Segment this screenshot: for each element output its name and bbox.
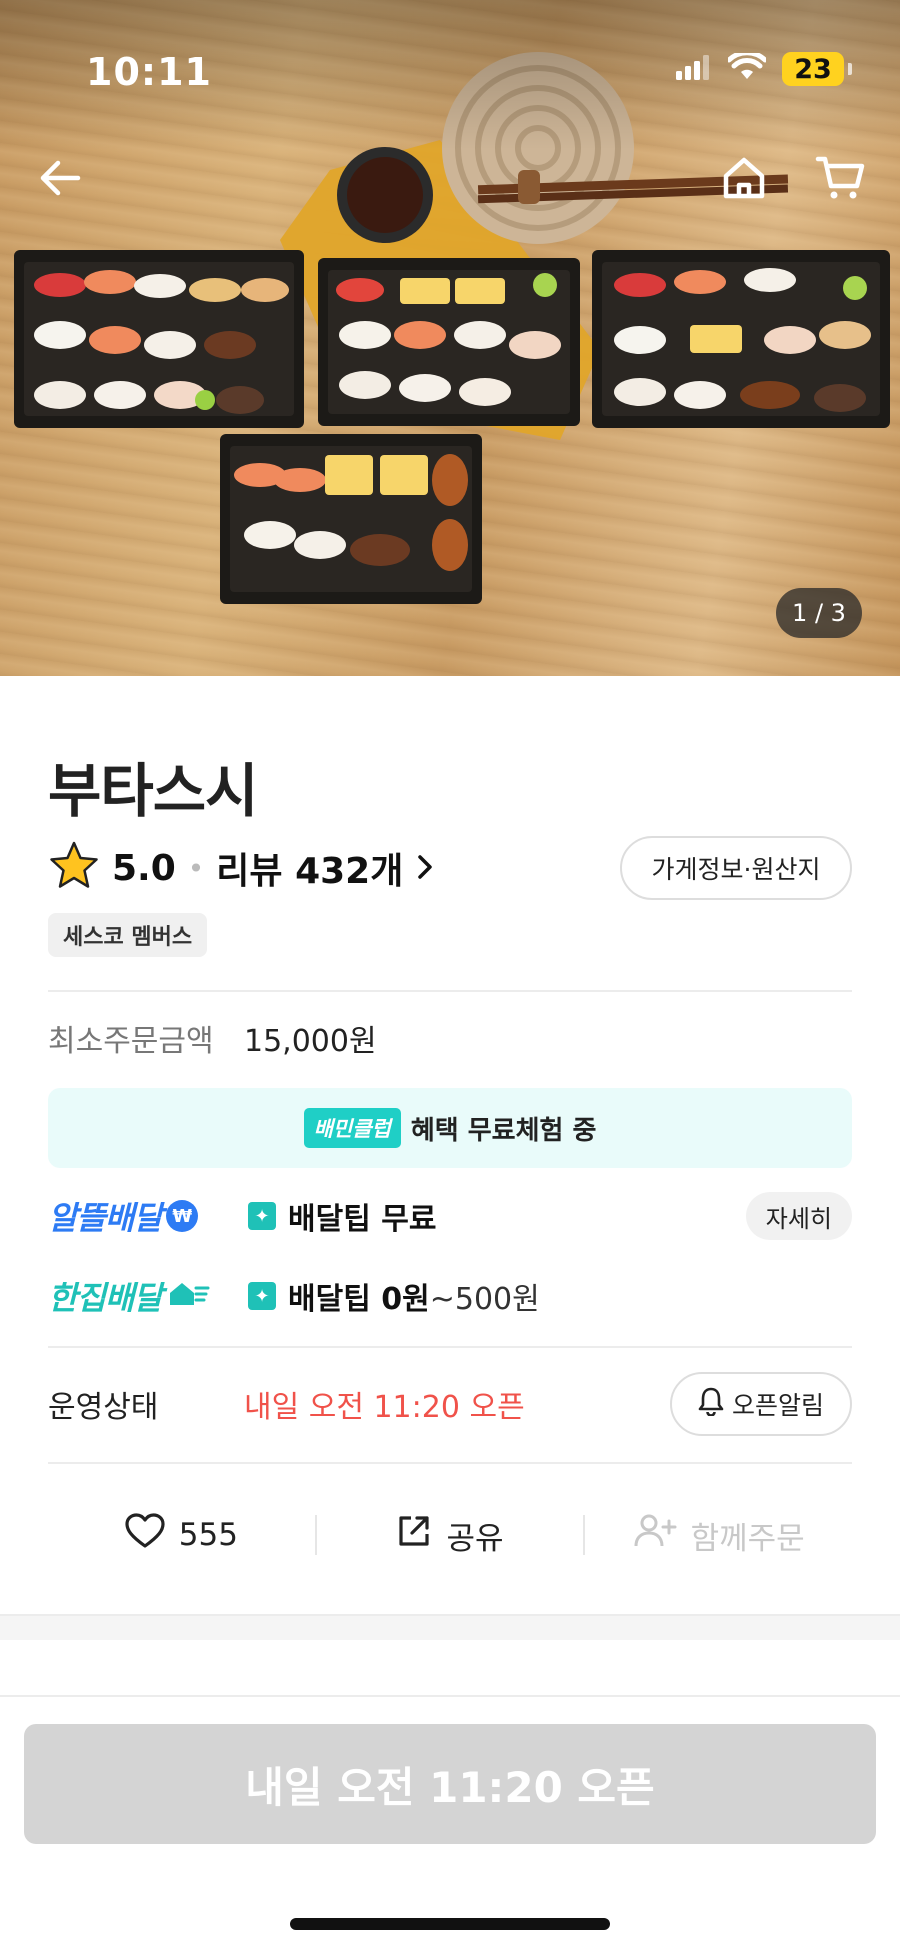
share-button[interactable]: 공유 bbox=[317, 1513, 584, 1558]
economy-delivery-tip: 배달팁 무료 bbox=[288, 1202, 437, 1237]
home-indicator bbox=[290, 1918, 610, 1930]
won-coin-icon: ₩ bbox=[165, 1200, 198, 1232]
divider bbox=[48, 1346, 852, 1348]
club-sparkle-icon: ✦ bbox=[248, 1202, 276, 1230]
club-sparkle-icon: ✦ bbox=[248, 1282, 276, 1310]
open-alarm-label: 오픈알림 bbox=[731, 1391, 824, 1420]
baemin-club-banner[interactable]: 배민클럽 혜택 무료체험 중 bbox=[48, 1088, 852, 1168]
divider bbox=[48, 1462, 852, 1464]
home-icon bbox=[721, 155, 767, 205]
cart-button[interactable] bbox=[810, 150, 870, 210]
single-delivery-row: 한집배달 ✦ 배달팁 0원 ~500원 bbox=[48, 1268, 852, 1324]
group-order-button[interactable]: 함께주문 bbox=[585, 1513, 852, 1558]
operation-status-row: 운영상태 내일 오전 11:20 오픈 오픈알림 bbox=[48, 1372, 852, 1436]
single-delivery-logo: 한집배달 bbox=[48, 1273, 248, 1319]
delivery-detail-button[interactable]: 자세히 bbox=[745, 1192, 852, 1240]
section-separator-band bbox=[0, 1614, 900, 1640]
operation-status-value: 내일 오전 11:20 오픈 bbox=[244, 1390, 525, 1425]
share-label: 공유 bbox=[446, 1520, 504, 1557]
store-info-button[interactable]: 가게정보·원산지 bbox=[620, 836, 852, 900]
economy-delivery-logo: 알뜰배달 ₩ bbox=[48, 1193, 248, 1239]
review-count: 리뷰 432개 bbox=[216, 851, 404, 892]
like-count: 555 bbox=[178, 1517, 238, 1553]
review-link[interactable]: 리뷰 432개 bbox=[216, 842, 433, 894]
group-order-label: 함께주문 bbox=[690, 1520, 805, 1557]
store-name: 부타스시 bbox=[48, 757, 258, 825]
chevron-right-icon bbox=[417, 848, 433, 889]
cart-icon bbox=[815, 154, 865, 206]
single-delivery-logo-text: 한집배달 bbox=[48, 1279, 163, 1317]
baemin-club-badge: 배민클럽 bbox=[303, 1108, 401, 1148]
star-icon bbox=[48, 840, 100, 896]
separator-dot: • bbox=[187, 851, 205, 885]
club-benefit-text: 혜택 무료체험 중 bbox=[410, 1115, 597, 1146]
back-arrow-icon bbox=[38, 158, 82, 202]
store-hero-image[interactable]: 10:11 23 1 / 3 bbox=[0, 0, 900, 676]
rating-row[interactable]: 5.0 • 리뷰 432개 bbox=[48, 840, 433, 896]
status-time: 10:11 bbox=[86, 50, 212, 94]
battery-cap bbox=[848, 63, 852, 75]
share-icon bbox=[396, 1513, 432, 1557]
open-time-button[interactable]: 내일 오전 11:20 오픈 bbox=[24, 1724, 876, 1844]
single-delivery-tip: 배달팁 0원 bbox=[288, 1282, 430, 1317]
economy-delivery-row: 알뜰배달 ₩ ✦ 배달팁 무료 자세히 bbox=[48, 1188, 852, 1244]
action-bar: 555 공유 함께주문 bbox=[48, 1500, 852, 1570]
back-button[interactable] bbox=[30, 150, 90, 210]
like-button[interactable]: 555 bbox=[48, 1513, 315, 1557]
min-order-row: 최소주문금액 15,000원 bbox=[48, 1016, 377, 1060]
min-order-label: 최소주문금액 bbox=[48, 1024, 214, 1059]
divider bbox=[48, 990, 852, 992]
rating-value: 5.0 bbox=[112, 847, 176, 889]
status-indicators: 23 bbox=[676, 50, 852, 86]
cellular-signal-icon bbox=[676, 54, 712, 84]
heart-icon bbox=[125, 1513, 165, 1557]
open-alarm-button[interactable]: 오픈알림 bbox=[670, 1372, 852, 1436]
add-person-icon bbox=[633, 1513, 677, 1557]
battery-indicator: 23 bbox=[782, 52, 844, 86]
speed-house-icon bbox=[166, 1277, 210, 1315]
status-bar: 10:11 23 bbox=[0, 0, 900, 140]
economy-delivery-logo-text: 알뜰배달 bbox=[48, 1199, 163, 1237]
bell-icon bbox=[698, 1386, 724, 1422]
bottom-divider bbox=[0, 1695, 900, 1697]
member-badge: 세스코 멤버스 bbox=[48, 913, 208, 957]
image-page-indicator: 1 / 3 bbox=[776, 588, 862, 638]
operation-status-label: 운영상태 bbox=[48, 1390, 159, 1425]
single-delivery-tip-range: ~500원 bbox=[429, 1282, 540, 1317]
wifi-icon bbox=[726, 50, 768, 85]
min-order-value: 15,000원 bbox=[244, 1024, 377, 1059]
home-button[interactable] bbox=[714, 150, 774, 210]
